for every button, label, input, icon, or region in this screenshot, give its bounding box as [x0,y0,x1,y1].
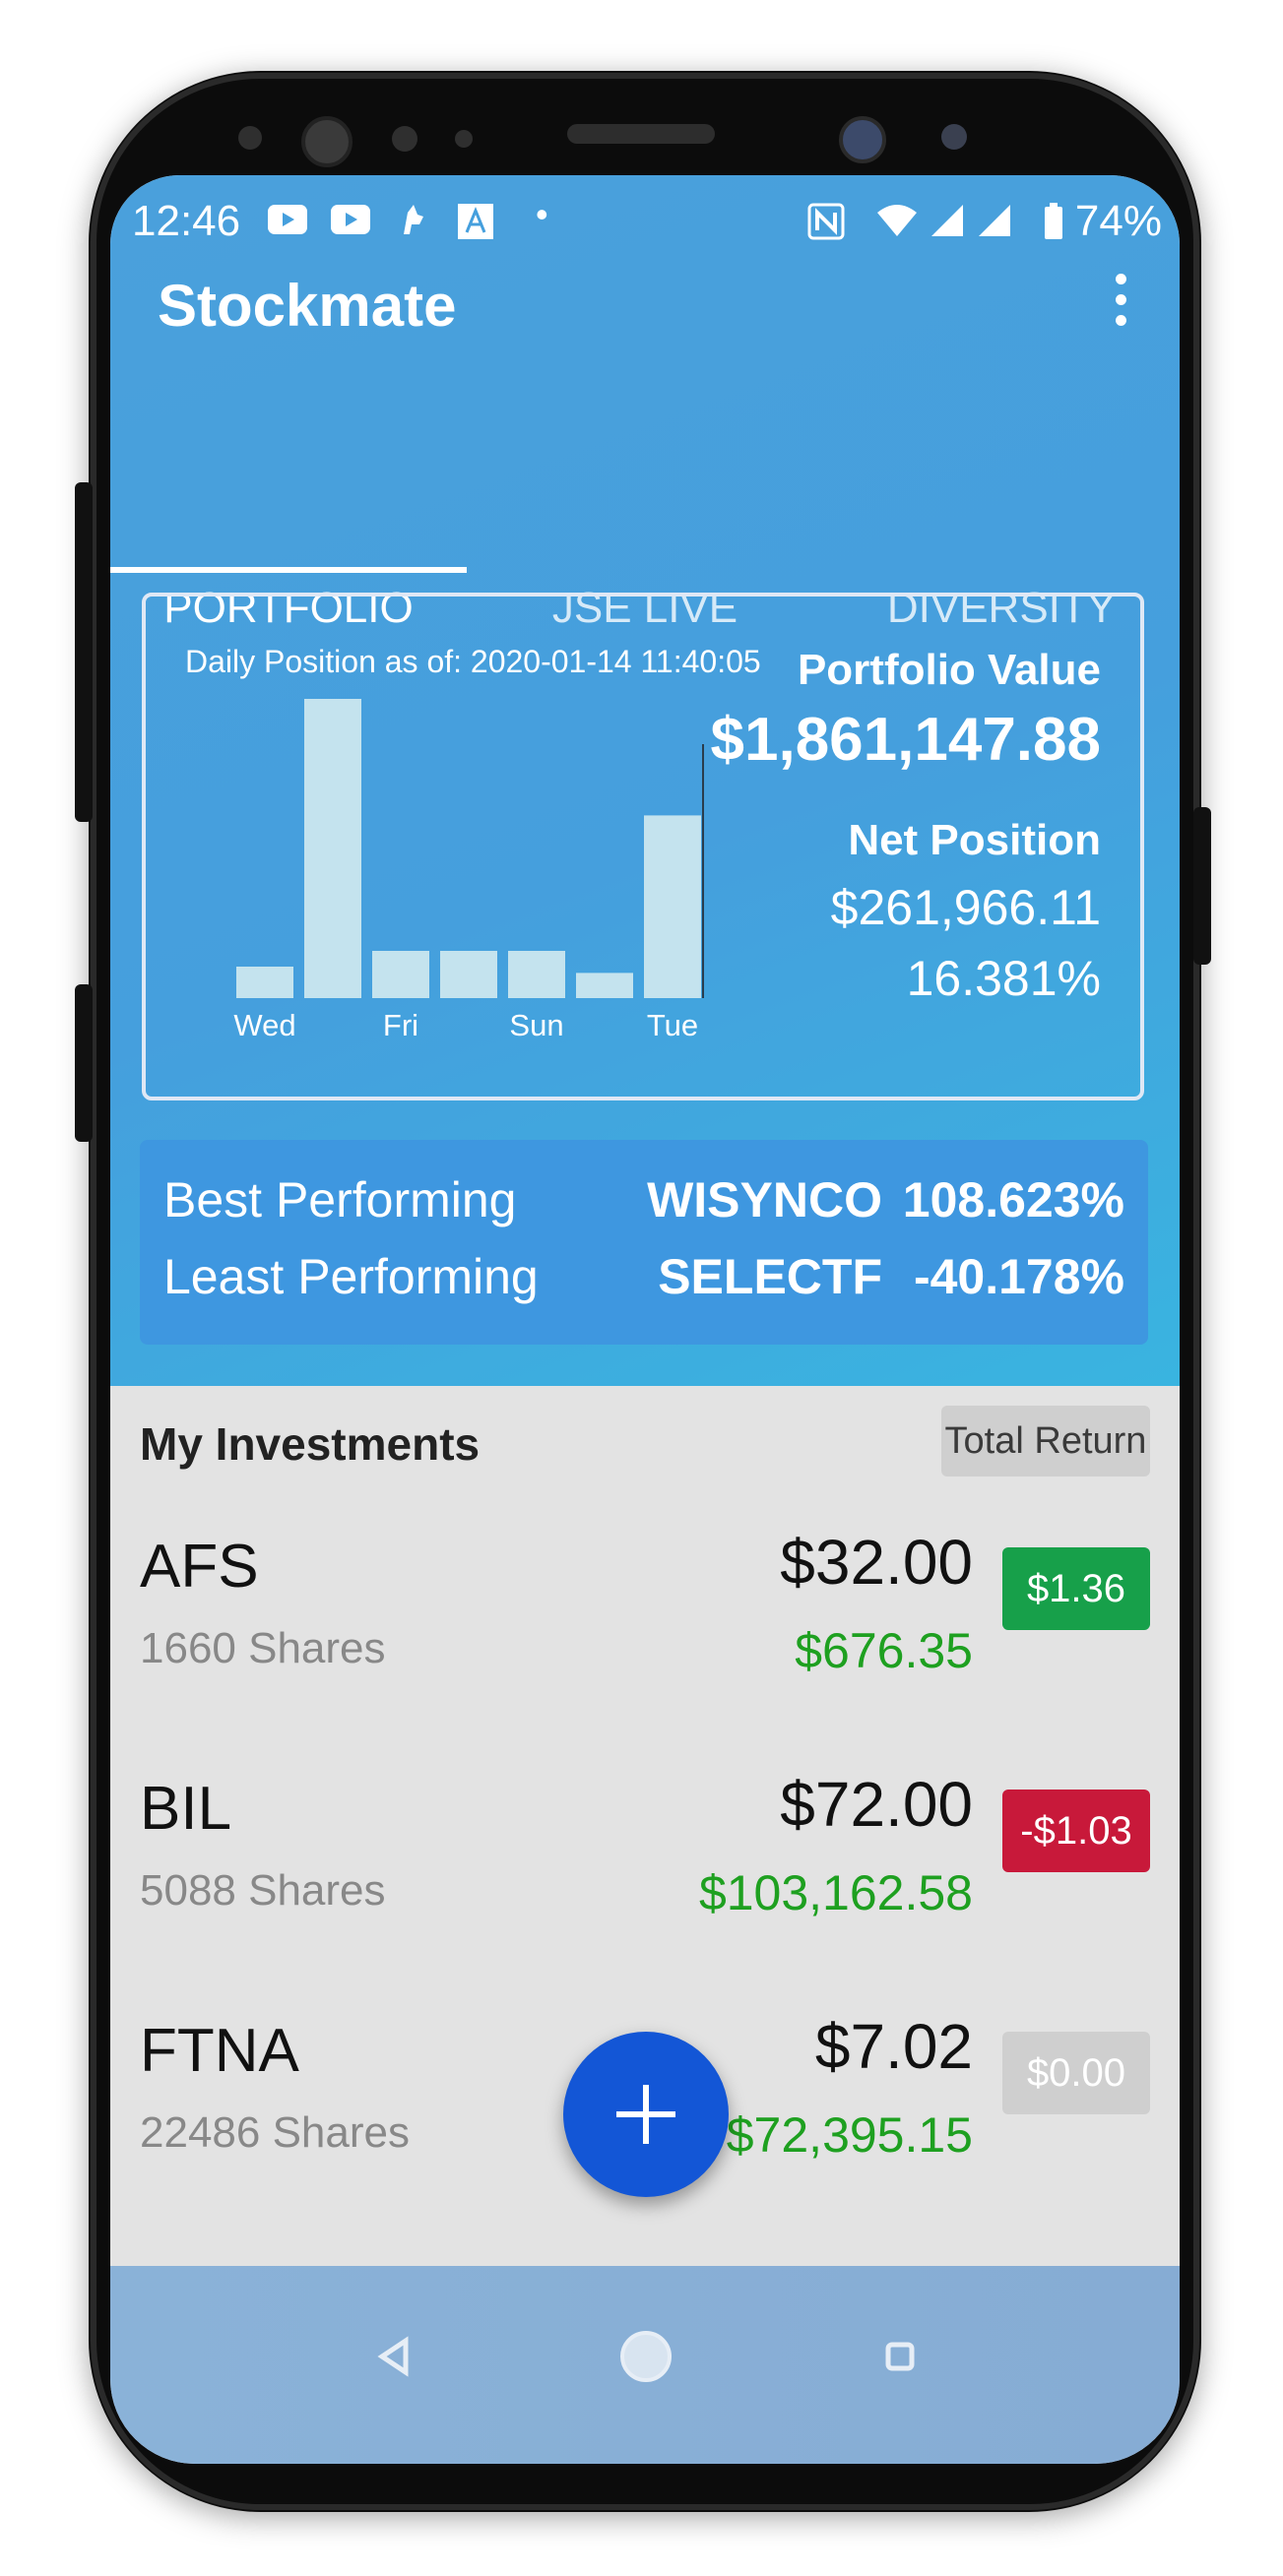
status-bar: 12:46 • 74% [110,175,1180,264]
power-button [1193,807,1211,965]
plus-icon [616,2085,675,2144]
performance-box: Best Performing WISYNCO 108.623% Least P… [140,1140,1148,1345]
sensor-dot [392,126,417,152]
tab-indicator [110,567,467,573]
chart-bar-wed [236,967,293,998]
investment-price: $7.02 [814,2011,973,2082]
chart-tick-label: Fri [383,1008,418,1042]
sensor-dot [455,130,473,148]
signal-icon [977,203,1012,246]
proximity-sensor [941,124,967,150]
chart-tick-label: Wed [233,1008,295,1042]
least-performing-symbol: SELECTF [658,1249,882,1304]
status-time: 12:46 [132,197,241,245]
phone-screen: 12:46 • 74% Stockmate PORTFOLIO JSE LIVE… [110,175,1180,2464]
least-performing-row: Least Performing SELECTF -40.178% [140,1248,1148,1317]
best-performing-label: Best Performing [163,1172,517,1227]
chart-bar-sun [508,951,565,998]
best-performing-value: 108.623% [902,1172,1124,1227]
portfolio-summary-card: Daily Position as of: 2020-01-14 11:40:0… [142,593,1144,1100]
wifi-icon [874,203,920,246]
chart-bar-fri [372,951,429,998]
change-badge[interactable]: $1.36 [1002,1547,1150,1630]
chart-tick-label: Tue [647,1008,698,1042]
chart-bar-mon [576,973,633,998]
investment-symbol: AFS [140,1533,259,1601]
investment-value: $103,162.58 [698,1865,973,1920]
least-performing-label: Least Performing [163,1249,539,1304]
youtube-icon [268,203,307,242]
app-icon [398,203,427,244]
investment-value: $676.35 [795,1623,973,1678]
back-icon[interactable] [374,2335,414,2383]
bixby-button [75,984,93,1142]
signal-icon [930,203,965,246]
net-position-value: $261,966.11 [830,880,1101,935]
iris-scanner [839,116,886,163]
home-icon[interactable] [618,2329,674,2389]
earpiece-speaker [567,124,715,144]
investment-price: $72.00 [780,1769,973,1840]
investment-shares: 22486 Shares [140,2108,410,2157]
investment-symbol: BIL [140,1775,232,1843]
total-return-button[interactable]: Total Return [941,1406,1150,1476]
sensor-dot [238,126,262,150]
recents-icon[interactable] [884,2341,916,2377]
overflow-menu-icon[interactable] [1111,274,1130,335]
least-performing-value: -40.178% [913,1249,1124,1304]
my-investments-title: My Investments [140,1418,481,1470]
change-badge[interactable]: -$1.03 [1002,1790,1150,1872]
app-icon [457,203,494,248]
battery-percent: 74% [1074,197,1162,245]
change-badge[interactable]: $0.00 [1002,2032,1150,2114]
dot-icon: • [536,194,548,234]
investment-value: $72,395.15 [726,2107,973,2163]
nfc-icon [807,203,845,248]
chart-bar-thu [304,699,361,998]
investment-row[interactable]: BIL 5088 Shares $72.00 $103,162.58 -$1.0… [110,1769,1180,1990]
best-performing-row: Best Performing WISYNCO 108.623% [140,1171,1148,1240]
portfolio-value: $1,861,147.88 [710,706,1102,774]
investment-price: $32.00 [780,1527,973,1598]
investment-shares: 5088 Shares [140,1866,386,1915]
volume-button [75,482,93,822]
youtube-icon [331,203,370,242]
chart-tick-label: Sun [509,1008,563,1042]
investment-symbol: FTNA [140,2017,299,2085]
portfolio-stats: Portfolio Value $1,861,147.88 Net Positi… [711,646,1102,1007]
daily-position-chart: Wed Fri Sun Tue [233,699,704,1042]
investment-row[interactable]: AFS 1660 Shares $32.00 $676.35 $1.36 [110,1527,1180,1748]
net-position-label: Net Position [848,816,1101,864]
navigation-bar [110,2266,1180,2464]
front-camera [301,116,353,167]
chart-bar-tue [644,815,701,998]
battery-icon [1044,203,1063,248]
net-position-percent: 16.381% [906,951,1101,1006]
add-investment-button[interactable] [563,2032,729,2197]
portfolio-value-label: Portfolio Value [797,646,1101,694]
investment-shares: 1660 Shares [140,1624,386,1672]
best-performing-symbol: WISYNCO [647,1172,882,1227]
app-title: Stockmate [158,273,457,339]
chart-bar-sat [440,951,497,998]
